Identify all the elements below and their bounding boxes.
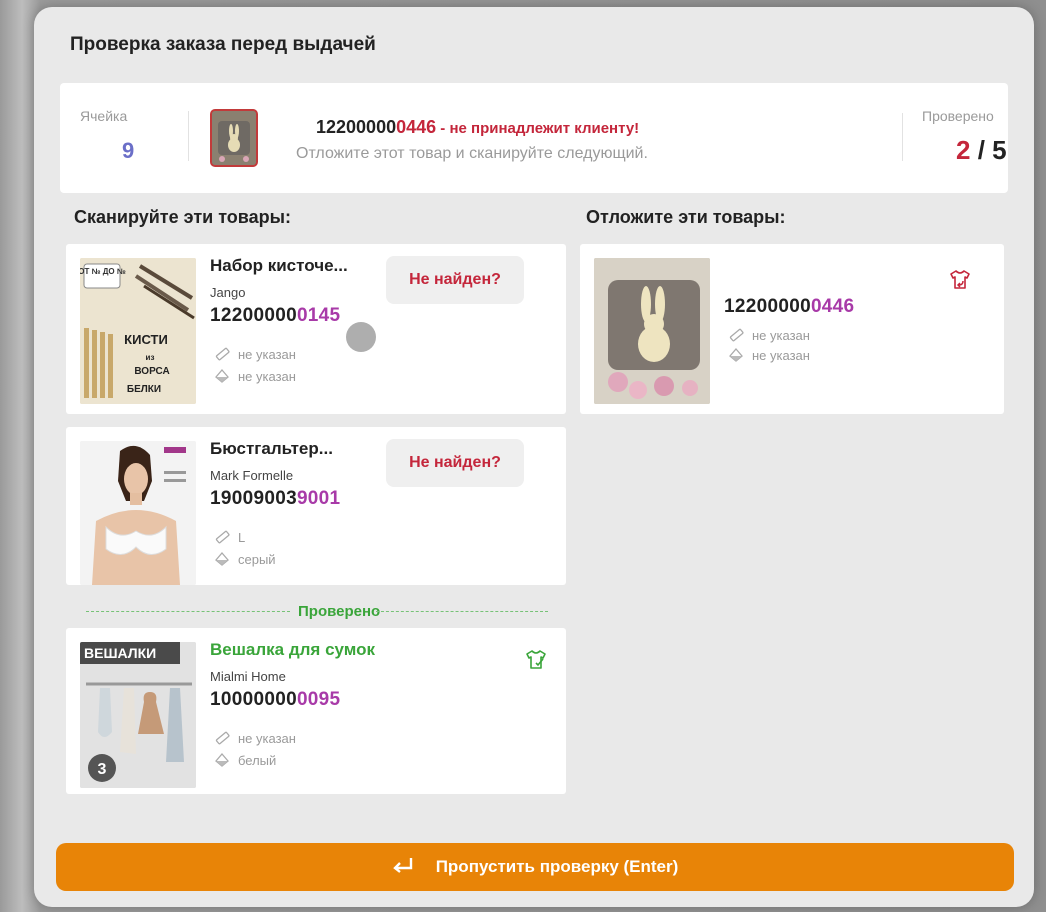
product-code: 190090039001 (210, 488, 340, 510)
divider (902, 113, 903, 161)
code-suffix: 0145 (296, 305, 341, 326)
brush-image-label-4: ВОРСА (134, 366, 169, 377)
product-name: Набор кисточе... (210, 256, 348, 275)
color-drop-icon (214, 551, 230, 567)
hanger-image-count: 3 (98, 761, 107, 778)
checked-total: / 5 (970, 135, 1007, 165)
not-found-button[interactable]: Не найден? (386, 439, 524, 487)
size-value: не указан (752, 327, 810, 343)
color-value: не указан (752, 347, 810, 363)
product-size: не указан (728, 327, 810, 343)
product-code: 122000000446 (724, 296, 854, 318)
skip-check-button[interactable]: Пропустить проверку (Enter) (56, 843, 1014, 891)
code-suffix: 0095 (296, 689, 341, 710)
checked-item-card[interactable]: ВЕШАЛКИ 3 Вешалка для сумок Mialmi Home … (66, 628, 566, 794)
scan-hint: Отложите этот товар и сканируйте следующ… (296, 145, 648, 162)
product-name: Бюстгальтер... (210, 439, 333, 458)
scan-column-title: Сканируйте эти товары: (74, 207, 291, 227)
scanned-code-prefix: 12200000 (316, 117, 397, 137)
code-prefix: 12200000 (724, 296, 811, 317)
ruler-icon (214, 730, 230, 746)
cell-label: Ячейка (80, 108, 128, 124)
code-prefix: 19009003 (210, 488, 297, 509)
product-image (80, 441, 196, 585)
code-prefix: 12200000 (210, 305, 297, 326)
cell-number: 9 (122, 138, 135, 163)
scan-error-message: 122000000446 - не принадлежит клиенту! (316, 117, 639, 138)
color-value: не указан (238, 368, 296, 384)
code-prefix: 10000000 (210, 689, 297, 710)
modal-title: Проверка заказа перед выдачей (70, 34, 376, 55)
not-client-message: - не принадлежит клиенту! (436, 120, 640, 137)
enter-key-icon (392, 857, 414, 878)
product-code: 122000000145 (210, 305, 340, 327)
brush-image-label-3: из (146, 353, 155, 362)
separator-line (86, 611, 290, 612)
product-brand: Jango (210, 285, 246, 300)
separator-line (376, 611, 548, 612)
checked-label: Проверено (922, 108, 994, 124)
product-size: не указан (214, 730, 296, 746)
product-color: не указан (728, 347, 810, 363)
order-check-modal: Проверка заказа перед выдачей Ячейка 9 1… (34, 7, 1034, 907)
size-value: не указан (238, 730, 296, 746)
brush-image-label-2: КИСТИ (124, 332, 168, 347)
cursor-indicator (346, 322, 376, 352)
not-found-button[interactable]: Не найден? (386, 256, 524, 304)
product-size: не указан (214, 346, 296, 362)
color-value: белый (238, 752, 277, 768)
scan-status-panel: Ячейка 9 122000000446 - не принадлежит к… (60, 83, 1008, 193)
checked-separator-label: Проверено (298, 603, 381, 620)
setaside-column-title: Отложите эти товары: (586, 207, 786, 227)
product-brand: Mialmi Home (210, 669, 286, 684)
shirt-return-icon (948, 268, 972, 297)
ruler-icon (728, 327, 744, 343)
color-drop-icon (214, 752, 230, 768)
product-image: ОТ № ДО № КИСТИ из ВОРСА БЕЛКИ (80, 258, 196, 404)
product-color: не указан (214, 368, 296, 384)
product-color: белый (214, 752, 276, 768)
product-size: L (214, 529, 245, 545)
hanger-image-label: ВЕШАЛКИ (84, 645, 156, 661)
color-drop-icon (214, 368, 230, 384)
color-drop-icon (728, 347, 744, 363)
checked-count: 2 (956, 135, 971, 165)
setaside-item-card[interactable]: 122000000446 не указан не указан (580, 244, 1004, 414)
code-suffix: 9001 (296, 488, 341, 509)
skip-button-label: Пропустить проверку (Enter) (435, 857, 679, 876)
size-value: не указан (238, 346, 296, 362)
scanned-item-thumbnail (210, 109, 258, 167)
product-brand: Mark Formelle (210, 468, 294, 483)
scanned-code-suffix: 0446 (396, 117, 437, 137)
ruler-icon (214, 346, 230, 362)
ruler-icon (214, 529, 230, 545)
product-code: 100000000095 (210, 689, 340, 711)
brush-image-label-5: БЕЛКИ (127, 384, 161, 395)
color-value: серый (238, 551, 276, 567)
checked-counter: 2 / 5 (956, 135, 1007, 166)
product-name: Вешалка для сумок (210, 640, 376, 659)
product-color: серый (214, 551, 276, 567)
product-image (594, 258, 710, 404)
scan-item-card[interactable]: ОТ № ДО № КИСТИ из ВОРСА БЕЛКИ Набор кис… (66, 244, 566, 414)
code-suffix: 0446 (810, 296, 855, 317)
size-value: L (238, 529, 246, 545)
brush-image-label-1: ОТ № ДО № (80, 267, 126, 276)
scan-item-card[interactable]: Бюстгальтер... Mark Formelle 19009003900… (66, 427, 566, 585)
shirt-check-icon (524, 648, 548, 677)
divider (188, 111, 189, 161)
product-image: ВЕШАЛКИ 3 (80, 642, 196, 788)
